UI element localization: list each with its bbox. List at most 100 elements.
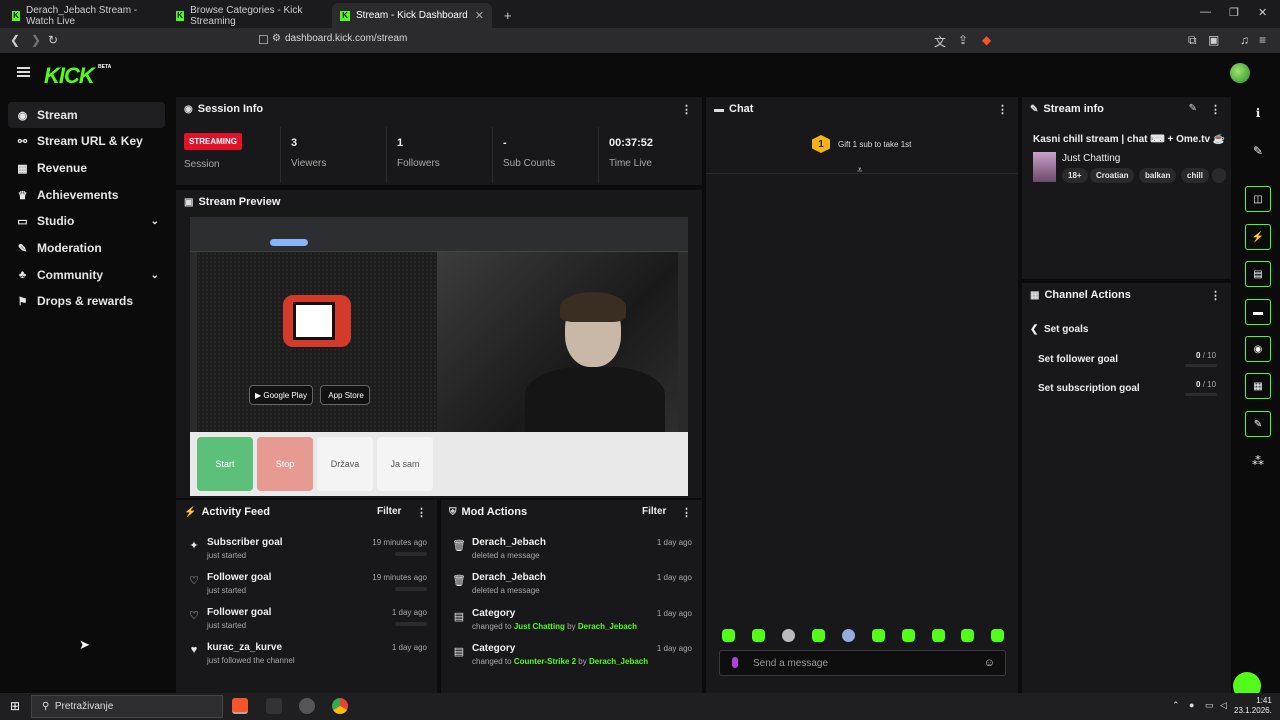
sidebar-item-studio[interactable]: ▭ Studio ⌄ [8, 208, 165, 234]
maximize-icon[interactable]: ❐ [1229, 6, 1239, 19]
browser-tab[interactable]: K Browse Categories - Kick Streaming [168, 3, 328, 28]
gift-leaderboard[interactable]: 1 Gift 1 sub to take 1st [812, 135, 911, 153]
menu-icon[interactable]: ≡ [1259, 33, 1266, 47]
new-tab-button[interactable]: + [496, 3, 516, 28]
epic-games-icon[interactable] [266, 698, 282, 714]
list-item: ▤ Category changed to Counter-Strike 2 b… [453, 643, 692, 666]
mic-icon[interactable] [732, 657, 738, 668]
category-thumbnail[interactable] [1033, 152, 1056, 182]
reload-icon[interactable]: ↻ [48, 33, 58, 47]
translate-icon[interactable]: 文 [934, 33, 946, 50]
mod-filter-button[interactable]: Filter [642, 506, 666, 517]
network-icon[interactable]: ▭ [1205, 700, 1214, 711]
browser-tab-active[interactable]: K Stream - Kick Dashboard ✕ [332, 3, 492, 28]
back-icon[interactable]: ❮ [10, 33, 20, 47]
chat-icon[interactable]: ▬ [1245, 299, 1271, 325]
emote-icon[interactable] [752, 629, 765, 642]
session-kebab-icon[interactable]: ⋮ [681, 103, 692, 116]
chat-message-input[interactable]: Send a message ☺ [719, 650, 1006, 676]
chat-kebab-icon[interactable]: ⋮ [997, 103, 1008, 116]
sidebar-item-stream[interactable]: ◉ Stream [8, 102, 165, 128]
tray-chevron-icon[interactable]: ⌃ [1172, 700, 1180, 711]
url-field[interactable]: dashboard.kick.com/stream [285, 33, 407, 44]
tag[interactable]: 18+ [1062, 168, 1088, 183]
tag[interactable]: balkan [1139, 168, 1177, 183]
brave-shield-icon[interactable]: ◆ [982, 33, 991, 47]
follower-goal-bar [1185, 364, 1217, 367]
browser-tab[interactable]: K Derach_Jebach Stream - Watch Live [4, 3, 164, 28]
volume-icon[interactable]: ◁ [1220, 700, 1227, 711]
chrome-icon[interactable] [332, 698, 348, 714]
activity-filter-button[interactable]: Filter [377, 506, 401, 517]
mic-tray-icon[interactable]: ● [1189, 700, 1194, 710]
broadcast-icon[interactable]: ◉ [1245, 336, 1271, 362]
wrench-icon[interactable]: ✎ [1245, 411, 1271, 437]
collapse-icon[interactable]: ⩡ [857, 165, 863, 176]
progress-bar [395, 622, 427, 626]
sidebar-item-achievements[interactable]: ♛ Achievements [8, 182, 165, 208]
emote-icon[interactable] [961, 629, 974, 642]
mod-kebab-icon[interactable]: ⋮ [681, 506, 692, 519]
windows-start-icon[interactable]: ⊞ [10, 699, 20, 713]
stat-followers: 1 Followers [397, 137, 440, 169]
screenshot-icon[interactable]: ◫ [1245, 186, 1271, 212]
kick-logo[interactable]: KICK [44, 63, 95, 89]
emoji-icon[interactable]: ☺ [984, 657, 995, 669]
emote-icon[interactable] [842, 629, 855, 642]
stream-preview-video[interactable]: ▶ Google Play App Store Start Stop Držav… [190, 217, 688, 496]
emote-icon[interactable] [782, 629, 795, 642]
activity-kebab-icon[interactable]: ⋮ [416, 506, 427, 519]
tag[interactable]: chill [1181, 168, 1210, 183]
info-icon[interactable]: ℹ [1245, 100, 1271, 126]
search-icon: ⚲ [42, 701, 50, 712]
channel-actions-kebab-icon[interactable]: ⋮ [1210, 289, 1221, 302]
category-icon: ▤ [453, 611, 465, 623]
google-play-badge: ▶ Google Play [249, 385, 313, 405]
set-subscription-goal[interactable]: Set subscription goal [1038, 383, 1140, 394]
sidebar-item-moderation[interactable]: ✎ Moderation [8, 235, 165, 261]
close-window-icon[interactable]: ✕ [1258, 6, 1267, 19]
stream-info-kebab-icon[interactable]: ⋮ [1210, 103, 1221, 116]
emote-icon[interactable] [872, 629, 885, 642]
emote-icon[interactable] [991, 629, 1004, 642]
minimize-icon[interactable]: — [1200, 6, 1211, 18]
qr-code-icon [293, 302, 335, 340]
more-apps-icon[interactable]: ⁂ [1245, 448, 1271, 474]
set-follower-goal[interactable]: Set follower goal [1038, 354, 1118, 365]
share-icon[interactable]: ⇪ [958, 33, 968, 47]
sidebar-item-revenue[interactable]: ▦ Revenue [8, 155, 165, 181]
sidebar-item-community[interactable]: ♣ Community ⌄ [8, 262, 165, 288]
emote-icon[interactable] [722, 629, 735, 642]
taskbar-clock[interactable]: 1:41 23.1.2026. [1234, 696, 1272, 716]
emote-icon[interactable] [932, 629, 945, 642]
heart-outline-icon: ♡ [189, 575, 199, 587]
document-icon[interactable]: ▤ [1245, 261, 1271, 287]
taskbar-search[interactable]: ⚲ Pretraživanje [31, 695, 223, 718]
channel-actions-header: ▦ Channel Actions [1030, 289, 1131, 301]
site-info-icon[interactable]: ⚙ [272, 33, 281, 44]
steam-icon[interactable] [299, 698, 315, 714]
edit-icon[interactable]: ✎ [1245, 138, 1271, 164]
lightning-icon[interactable]: ⚡ [1245, 224, 1271, 250]
tag[interactable]: Croatian [1090, 168, 1135, 183]
brave-icon[interactable] [232, 698, 248, 714]
user-avatar[interactable] [1230, 63, 1250, 83]
tag-more[interactable] [1212, 168, 1226, 183]
emote-icon[interactable] [812, 629, 825, 642]
bookmark-icon[interactable]: ☐ [258, 33, 269, 47]
close-tab-icon[interactable]: ✕ [475, 9, 484, 22]
sidebar-item-drops-rewards[interactable]: ⚑ Drops & rewards [8, 288, 165, 314]
sidebar-item-stream-url-key[interactable]: ⚯ Stream URL & Key [8, 128, 165, 154]
media-icon[interactable]: ♫ [1240, 33, 1249, 47]
extensions-icon[interactable]: ⧉ [1188, 33, 1197, 48]
edit-icon[interactable]: ✎ [1189, 103, 1197, 114]
sidebar-icon[interactable]: ▣ [1208, 33, 1219, 47]
emote-icon[interactable] [902, 629, 915, 642]
category-name[interactable]: Just Chatting [1062, 153, 1120, 164]
gift-icon: ⚑ [17, 295, 28, 308]
set-goals-back[interactable]: ❮ Set goals [1030, 324, 1088, 335]
hamburger-menu-icon[interactable] [17, 67, 30, 77]
kick-favicon-icon: K [340, 10, 350, 21]
forward-icon[interactable]: ❯ [31, 33, 41, 47]
layout-icon[interactable]: ▦ [1245, 373, 1271, 399]
